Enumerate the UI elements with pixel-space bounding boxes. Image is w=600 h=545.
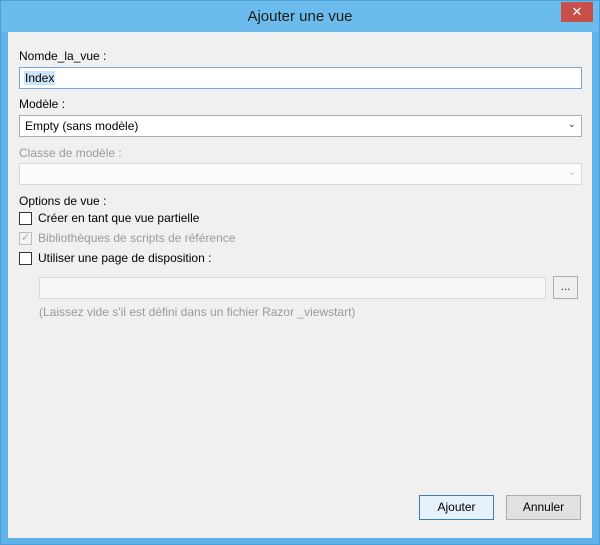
dialog-content: Nomde_la_vue : Index Modèle : Empty (san… [8,32,592,538]
layout-page-checkbox[interactable] [19,251,32,265]
viewstart-hint: (Laissez vide s'il est défini dans un fi… [39,305,356,319]
close-icon: ✕ [571,4,583,19]
dialog-window: Ajouter une vue ✕ Nomde_la_vue : Index M… [0,0,600,545]
view-options-label: Options de vue : [19,194,107,208]
partial-view-checkbox[interactable] [19,211,32,225]
add-button[interactable]: Ajouter [419,495,494,520]
model-selected: Empty (sans modèle) [25,119,139,133]
script-libraries-label: Bibliothèques de scripts de référence [38,231,236,245]
chevron-down-icon: ⌄ [567,119,576,130]
script-libraries-option[interactable]: ✓ Bibliothèques de scripts de référence [19,230,235,246]
model-label: Modèle : [19,97,66,111]
partial-view-label: Créer en tant que vue partielle [38,211,200,225]
model-class-label: Classe de modèle : [19,146,122,160]
model-combobox[interactable]: Empty (sans modèle) ⌄ [19,115,582,137]
check-mark-icon: ✓ [20,231,31,244]
model-class-combobox[interactable]: ⌄ [19,163,582,185]
view-name-value: Index [24,71,56,85]
close-button[interactable]: ✕ [561,2,593,22]
view-name-label: Nomde_la_vue : [19,49,107,63]
browse-button[interactable]: ... [553,276,578,299]
dialog-title: Ajouter une vue [247,8,353,25]
layout-page-label: Utiliser une page de disposition : [38,251,212,265]
title-bar: Ajouter une vue ✕ [1,1,599,32]
partial-view-option[interactable]: Créer en tant que vue partielle [19,210,199,226]
layout-path-input[interactable] [39,277,546,299]
chevron-down-icon: ⌄ [567,167,576,178]
cancel-button[interactable]: Annuler [506,495,581,520]
layout-page-option[interactable]: Utiliser une page de disposition : [19,250,211,266]
view-name-input[interactable]: Index [19,67,582,89]
script-libraries-checkbox[interactable]: ✓ [19,231,32,245]
